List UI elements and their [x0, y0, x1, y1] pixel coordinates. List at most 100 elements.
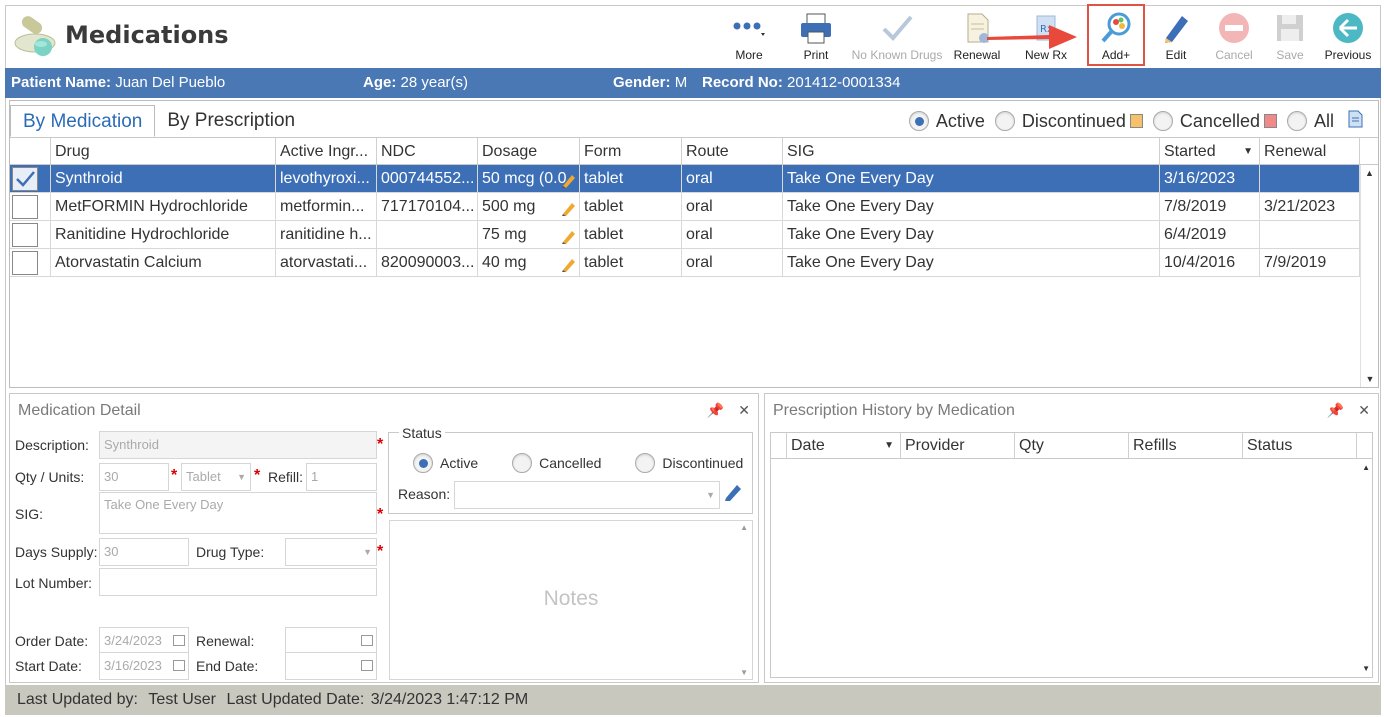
status-active-radio[interactable]: [413, 453, 433, 473]
end-date-label: End Date:: [196, 658, 259, 674]
table-row[interactable]: Atorvastatin Calcium atorvastati... 820090…: [10, 249, 1360, 277]
filter-discontinued-radio[interactable]: [994, 111, 1015, 131]
table-row[interactable]: MetFORMIN Hydrochloride metformin... 71717…: [10, 193, 1360, 221]
calendar-icon[interactable]: [173, 635, 185, 646]
print-button[interactable]: Print: [796, 6, 836, 64]
scroll-up-icon[interactable]: ▲: [1361, 168, 1378, 178]
header-started[interactable]: Started ▼: [1160, 138, 1260, 164]
days-supply-field[interactable]: 30: [99, 538, 189, 566]
lot-number-field[interactable]: [99, 568, 377, 596]
tab-by-prescription[interactable]: By Prescription: [155, 105, 307, 137]
close-icon[interactable]: ✕: [1358, 402, 1370, 419]
sort-down-icon: ▼: [1243, 146, 1253, 157]
pills-icon: [13, 11, 61, 59]
form-value: tablet: [584, 254, 624, 271]
no-known-drugs-button[interactable]: No Known Drugs: [851, 6, 943, 64]
header-route[interactable]: Route: [682, 138, 783, 164]
scroll-down-icon[interactable]: ▼: [1362, 664, 1370, 673]
edit-button[interactable]: Edit: [1156, 6, 1196, 64]
start-date-field[interactable]: 3/16/2023: [99, 652, 189, 680]
scroll-down-icon[interactable]: ▼: [740, 668, 748, 677]
edit-reason-icon[interactable]: [723, 482, 743, 507]
row-checkbox[interactable]: [12, 167, 38, 191]
edit-dosage-icon[interactable]: [561, 198, 577, 216]
patient-record: Record No: 201412-0001334: [702, 68, 900, 98]
history-header-status[interactable]: Status: [1243, 433, 1357, 458]
checkmark-icon: [16, 171, 35, 187]
cell-renewal: 3/21/2023: [1260, 193, 1360, 220]
units-select[interactable]: Tablet ▼: [181, 463, 251, 491]
pin-icon[interactable]: 📌: [707, 402, 724, 419]
cell-sig: Take One Every Day: [783, 193, 1160, 220]
edit-dosage-icon[interactable]: [561, 170, 577, 188]
reason-select[interactable]: ▼: [454, 481, 720, 509]
header-dosage[interactable]: Dosage: [478, 138, 580, 164]
header-active-ingredient[interactable]: Active Ingr...: [276, 138, 377, 164]
previous-button[interactable]: Previous: [1322, 6, 1374, 64]
more-button[interactable]: More: [731, 6, 767, 64]
dosage-value: 75 mg: [482, 226, 527, 243]
start-date-label: Start Date:: [15, 658, 82, 674]
history-header-refills[interactable]: Refills: [1129, 433, 1243, 458]
filter-cancelled-radio[interactable]: [1152, 111, 1173, 131]
table-row[interactable]: Synthroid levothyroxi... 000744552... 50 mc…: [10, 165, 1360, 193]
cell-form: tablet: [580, 193, 682, 220]
history-title: Prescription History by Medication: [773, 402, 1015, 419]
filter-all-label: All: [1313, 110, 1334, 131]
refill-field[interactable]: 1: [306, 463, 377, 491]
notes-placeholder: Notes: [543, 587, 599, 610]
header-form[interactable]: Form: [580, 138, 682, 164]
pin-icon[interactable]: 📌: [1327, 402, 1344, 419]
cell-started: 7/8/2019: [1160, 193, 1260, 220]
edit-dosage-icon[interactable]: [561, 254, 577, 272]
header-drug[interactable]: Drug: [51, 138, 276, 164]
edit-dosage-icon[interactable]: [561, 226, 577, 244]
route-value: oral: [686, 226, 713, 243]
header-sig[interactable]: SIG: [783, 138, 1160, 164]
order-date-value: 3/24/2023: [104, 633, 162, 648]
sig-field[interactable]: Take One Every Day: [99, 492, 377, 534]
pencil-icon: [1158, 11, 1194, 45]
header-ndc[interactable]: NDC: [377, 138, 478, 164]
row-checkbox[interactable]: [12, 195, 38, 219]
qty-field[interactable]: 30: [99, 463, 169, 491]
table-row[interactable]: Ranitidine Hydrochloride ranitidine h... 7…: [10, 221, 1360, 249]
scroll-down-icon[interactable]: ▼: [1361, 374, 1379, 384]
description-field[interactable]: Synthroid: [99, 431, 377, 459]
filter-active-radio[interactable]: [908, 111, 929, 131]
dosage-value: 50 mcg (0.0: [482, 170, 567, 187]
history-header-qty[interactable]: Qty: [1015, 433, 1129, 458]
status-bar: Last Updated by: Test User Last Updated …: [5, 685, 1381, 715]
renewal-date-field[interactable]: [285, 627, 377, 655]
filter-all-radio[interactable]: [1286, 111, 1307, 131]
save-button[interactable]: Save: [1270, 6, 1310, 64]
status-discontinued-radio[interactable]: [635, 453, 656, 473]
calendar-icon[interactable]: [173, 660, 185, 671]
patient-info-bar: Patient Name: Juan Del Pueblo Age: 28 ye…: [5, 68, 1381, 98]
cancel-button[interactable]: Cancel: [1213, 6, 1255, 64]
header-renewal[interactable]: Renewal: [1260, 138, 1360, 164]
grid-scrollbar[interactable]: ▲ ▼: [1360, 165, 1378, 387]
scroll-up-icon[interactable]: ▲: [1362, 463, 1370, 472]
cell-sig: Take One Every Day: [783, 165, 1160, 192]
row-checkbox[interactable]: [12, 251, 38, 275]
scroll-up-icon[interactable]: ▲: [740, 523, 748, 532]
history-header-date[interactable]: Date ▼: [787, 433, 901, 458]
row-checkbox[interactable]: [12, 223, 38, 247]
export-icon[interactable]: [1346, 109, 1364, 134]
started-value: 10/4/2016: [1164, 254, 1236, 271]
calendar-icon[interactable]: [361, 635, 373, 646]
end-date-field[interactable]: [285, 652, 377, 680]
order-date-field[interactable]: 3/24/2023: [99, 627, 189, 655]
ndc-value: 820090003...: [381, 254, 475, 271]
status-cancelled-radio[interactable]: [512, 453, 533, 473]
drug-type-select[interactable]: ▼: [285, 538, 377, 566]
calendar-icon[interactable]: [361, 660, 373, 671]
history-header-provider[interactable]: Provider: [901, 433, 1015, 458]
drug-value: Ranitidine Hydrochloride: [55, 226, 230, 243]
close-icon[interactable]: ✕: [738, 402, 750, 419]
form-value: tablet: [584, 226, 624, 243]
tab-by-medication[interactable]: By Medication: [10, 105, 156, 137]
notes-field[interactable]: Notes ▲ ▼: [389, 520, 753, 680]
route-value: oral: [686, 198, 713, 215]
